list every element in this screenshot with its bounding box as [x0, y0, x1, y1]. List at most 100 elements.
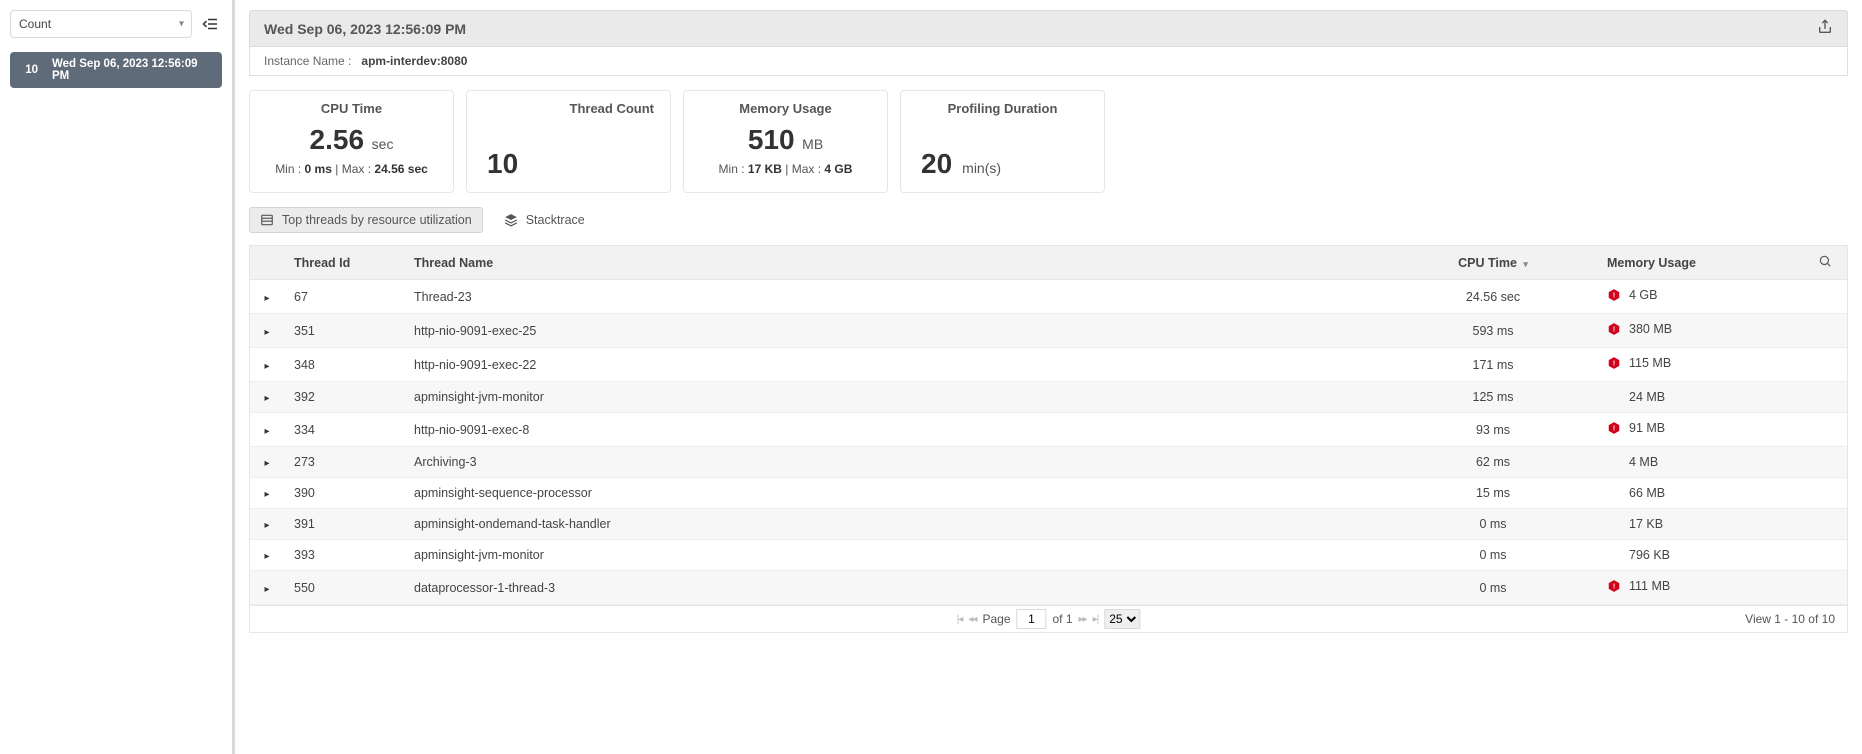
thread-name: http-nio-9091-exec-8	[404, 413, 1403, 447]
card-title: Memory Usage	[700, 101, 871, 116]
pager-last[interactable]: ▸|	[1093, 614, 1099, 625]
search-icon[interactable]	[1818, 254, 1832, 268]
sort-select[interactable]: Count	[10, 10, 192, 38]
expand-row-icon[interactable]: ▸	[264, 458, 269, 469]
expand-row-icon[interactable]: ▸	[264, 293, 269, 304]
table-row: ▸550dataprocessor-1-thread-30 ms!111 MB	[250, 571, 1847, 605]
table-row: ▸273Archiving-362 ms4 MB	[250, 447, 1847, 478]
thread-name: http-nio-9091-exec-22	[404, 348, 1403, 382]
mem-value: 115 MB	[1629, 356, 1671, 370]
svg-text:!: !	[1613, 292, 1615, 299]
thread-id: 334	[284, 413, 404, 447]
thread-id: 393	[284, 540, 404, 571]
max-label: Max :	[792, 162, 821, 176]
share-button[interactable]	[1817, 19, 1833, 38]
card-value: 20	[921, 148, 952, 180]
thread-id: 348	[284, 348, 404, 382]
svg-text:!: !	[1613, 326, 1615, 333]
card-unit: min(s)	[962, 160, 1001, 176]
memory-usage: 4 MB	[1583, 447, 1803, 478]
svg-text:!: !	[1613, 583, 1615, 590]
card-unit: MB	[802, 136, 823, 152]
snapshot-timestamp: Wed Sep 06, 2023 12:56:09 PM	[52, 58, 212, 82]
thread-id: 351	[284, 314, 404, 348]
memory-usage: 796 KB	[1583, 540, 1803, 571]
sep: |	[335, 162, 338, 176]
mem-value: 24 MB	[1629, 390, 1665, 404]
col-cpu-time[interactable]: CPU Time ▾	[1403, 246, 1583, 280]
pager-size-select[interactable]: 25	[1104, 609, 1140, 629]
expand-row-icon[interactable]: ▸	[264, 327, 269, 338]
table-row: ▸334http-nio-9091-exec-893 ms!91 MB	[250, 413, 1847, 447]
pager-prev[interactable]: ◂◂	[968, 614, 976, 625]
warning-icon: !	[1607, 356, 1621, 370]
pager-first[interactable]: |◂	[957, 614, 963, 625]
mem-value: 17 KB	[1629, 517, 1663, 531]
col-search	[1803, 246, 1847, 280]
thread-id: 392	[284, 382, 404, 413]
thread-name: http-nio-9091-exec-25	[404, 314, 1403, 348]
pager-next[interactable]: ▸▸	[1079, 614, 1087, 625]
thread-name: apminsight-sequence-processor	[404, 478, 1403, 509]
table-row: ▸ 392apminsight-jvm-monitor125 ms 24 MB	[250, 382, 1847, 413]
svg-text:!: !	[1613, 360, 1615, 367]
thread-name: apminsight-ondemand-task-handler	[404, 509, 1403, 540]
snapshot-item[interactable]: 10 Wed Sep 06, 2023 12:56:09 PM	[10, 52, 222, 88]
thread-name: dataprocessor-1-thread-3	[404, 571, 1403, 605]
mem-value: 111 MB	[1629, 579, 1670, 593]
list-icon	[260, 213, 274, 227]
instance-row: Instance Name : apm-interdev:8080	[249, 47, 1848, 76]
thread-name: apminsight-jvm-monitor	[404, 540, 1403, 571]
memory-usage: 17 KB	[1583, 509, 1803, 540]
summary-cards: CPU Time 2.56 sec Min : 0 ms | Max : 24.…	[249, 90, 1848, 193]
max-value: 24.56 sec	[374, 162, 427, 176]
collapse-sidebar-button[interactable]	[200, 13, 222, 35]
col-label: CPU Time	[1458, 256, 1517, 270]
pager-page-label: Page	[982, 612, 1010, 626]
expand-row-icon[interactable]: ▸	[264, 361, 269, 372]
tab-stacktrace[interactable]: Stacktrace	[493, 207, 596, 233]
threads-table: Thread Id Thread Name CPU Time ▾ Memory …	[249, 245, 1848, 633]
sep: |	[785, 162, 788, 176]
col-thread-id[interactable]: Thread Id	[284, 246, 404, 280]
pager-of-label: of 1	[1053, 612, 1073, 626]
expand-row-icon[interactable]: ▸	[264, 551, 269, 562]
card-title: Thread Count	[483, 101, 654, 116]
thread-name: Thread-23	[404, 280, 1403, 314]
tab-label: Stacktrace	[526, 213, 585, 227]
cpu-time: 171 ms	[1403, 348, 1583, 382]
card-cpu-time: CPU Time 2.56 sec Min : 0 ms | Max : 24.…	[249, 90, 454, 193]
table-row: ▸393apminsight-jvm-monitor0 ms796 KB	[250, 540, 1847, 571]
title-bar: Wed Sep 06, 2023 12:56:09 PM	[249, 10, 1848, 47]
expand-row-icon[interactable]: ▸	[264, 426, 269, 437]
col-thread-name[interactable]: Thread Name	[404, 246, 1403, 280]
card-value: 510	[748, 124, 795, 155]
thread-name: apminsight-jvm-monitor	[404, 382, 1403, 413]
memory-usage: ! 115 MB	[1583, 348, 1803, 382]
memory-usage: ! 111 MB	[1583, 571, 1803, 605]
card-profiling-duration: Profiling Duration 20 min(s)	[900, 90, 1105, 193]
cpu-time: 62 ms	[1403, 447, 1583, 478]
expand-row-icon[interactable]: ▸	[264, 393, 269, 404]
thread-id: 273	[284, 447, 404, 478]
expand-row-icon[interactable]: ▸	[264, 489, 269, 500]
tab-top-threads[interactable]: Top threads by resource utilization	[249, 207, 483, 233]
cpu-time: 593 ms	[1403, 314, 1583, 348]
cpu-time: 24.56 sec	[1403, 280, 1583, 314]
pager-page-input[interactable]	[1017, 609, 1047, 629]
memory-usage: 24 MB	[1583, 382, 1803, 413]
pager-summary: View 1 - 10 of 10	[1745, 612, 1835, 626]
thread-id: 550	[284, 571, 404, 605]
table-row: ▸ 67Thread-2324.56 sec!4 GB	[250, 280, 1847, 314]
memory-usage: !4 GB	[1583, 280, 1803, 314]
col-memory-usage[interactable]: Memory Usage	[1583, 246, 1803, 280]
thread-id: 67	[284, 280, 404, 314]
page-title: Wed Sep 06, 2023 12:56:09 PM	[264, 21, 466, 37]
expand-row-icon[interactable]: ▸	[264, 520, 269, 531]
cpu-time: 125 ms	[1403, 382, 1583, 413]
sidebar: Count ▾ 10 Wed Sep 06, 2023 12:56:09 PM	[0, 0, 235, 754]
snapshot-count: 10	[20, 64, 38, 76]
card-title: Profiling Duration	[917, 101, 1088, 116]
expand-row-icon[interactable]: ▸	[264, 584, 269, 595]
warning-icon: !	[1607, 421, 1621, 435]
